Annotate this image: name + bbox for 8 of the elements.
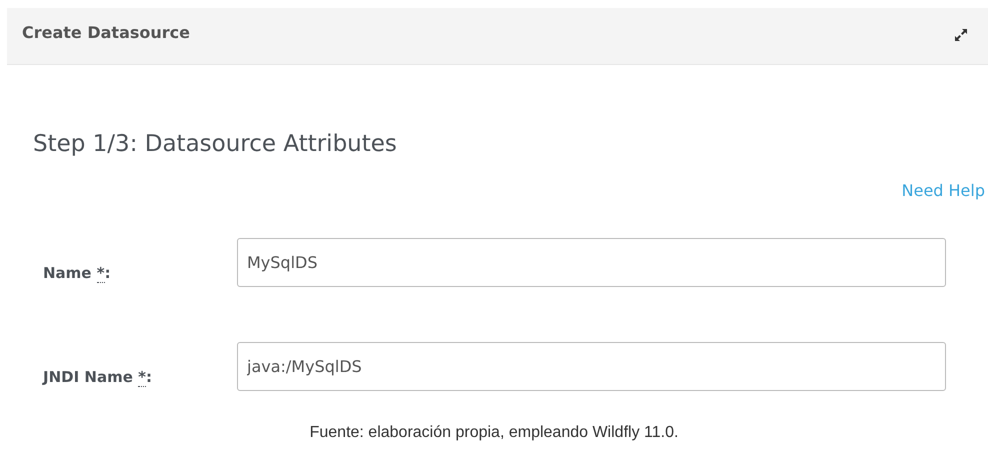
dialog-title: Create Datasource <box>22 23 190 42</box>
text-field[interactable]: MySqlDS <box>237 238 946 286</box>
field-label: JNDI Name *: <box>43 368 153 386</box>
step-title: Step 1/3: Datasource Attributes <box>33 131 398 157</box>
figure-caption: Fuente: elaboración propia, empleando Wildfly 11.0. <box>308 424 680 442</box>
text-field[interactable]: java:/MySqlDS <box>237 342 946 390</box>
field-label: Name *: <box>43 264 112 282</box>
expand-icon[interactable] <box>954 28 968 42</box>
